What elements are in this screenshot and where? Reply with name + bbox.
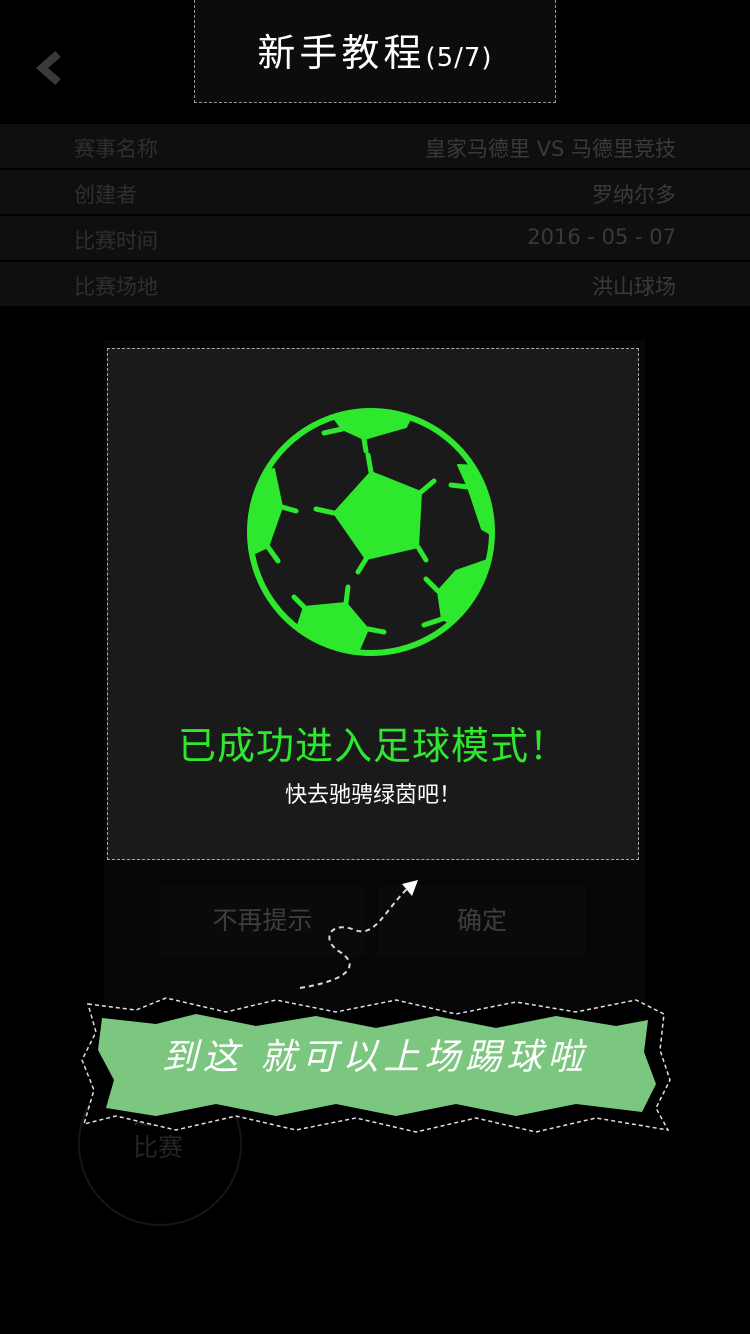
info-value: 洪山球场: [592, 275, 676, 299]
info-label: 比赛场地: [74, 275, 158, 299]
pointer-arrow-icon: [299, 880, 418, 989]
info-label: 赛事名称: [74, 137, 158, 161]
hint-text: 到这 就可以上场踢球啦: [161, 1037, 589, 1078]
card-subtitle: 快去驰骋绿茵吧！: [284, 783, 461, 808]
tutorial-title-text: 新手教程: [257, 31, 426, 75]
info-label: 比赛时间: [74, 229, 158, 253]
info-row-match-name: 赛事名称 皇家马德里 VS 马德里竞技: [0, 124, 750, 170]
info-label: 创建者: [74, 183, 137, 207]
tutorial-step: (5/7): [425, 43, 493, 73]
info-row-venue: 比赛场地 洪山球场: [0, 262, 750, 308]
info-value: 皇家马德里 VS 马德里竞技: [424, 137, 676, 161]
tutorial-title: 新手教程(5/7): [195, 22, 555, 77]
info-row-time: 比赛时间 2016 - 05 - 07: [0, 216, 750, 262]
tutorial-card: 已成功进入足球模式！ 快去驰骋绿茵吧！: [107, 348, 639, 860]
soccer-ball-icon: [247, 408, 495, 656]
card-title: 已成功进入足球模式！: [177, 724, 568, 768]
info-value: 罗纳尔多: [592, 183, 676, 207]
tutorial-title-box: 新手教程(5/7): [194, 0, 556, 103]
info-row-creator: 创建者 罗纳尔多: [0, 170, 750, 216]
info-value: 2016 - 05 - 07: [527, 225, 676, 249]
back-icon[interactable]: [30, 48, 70, 88]
